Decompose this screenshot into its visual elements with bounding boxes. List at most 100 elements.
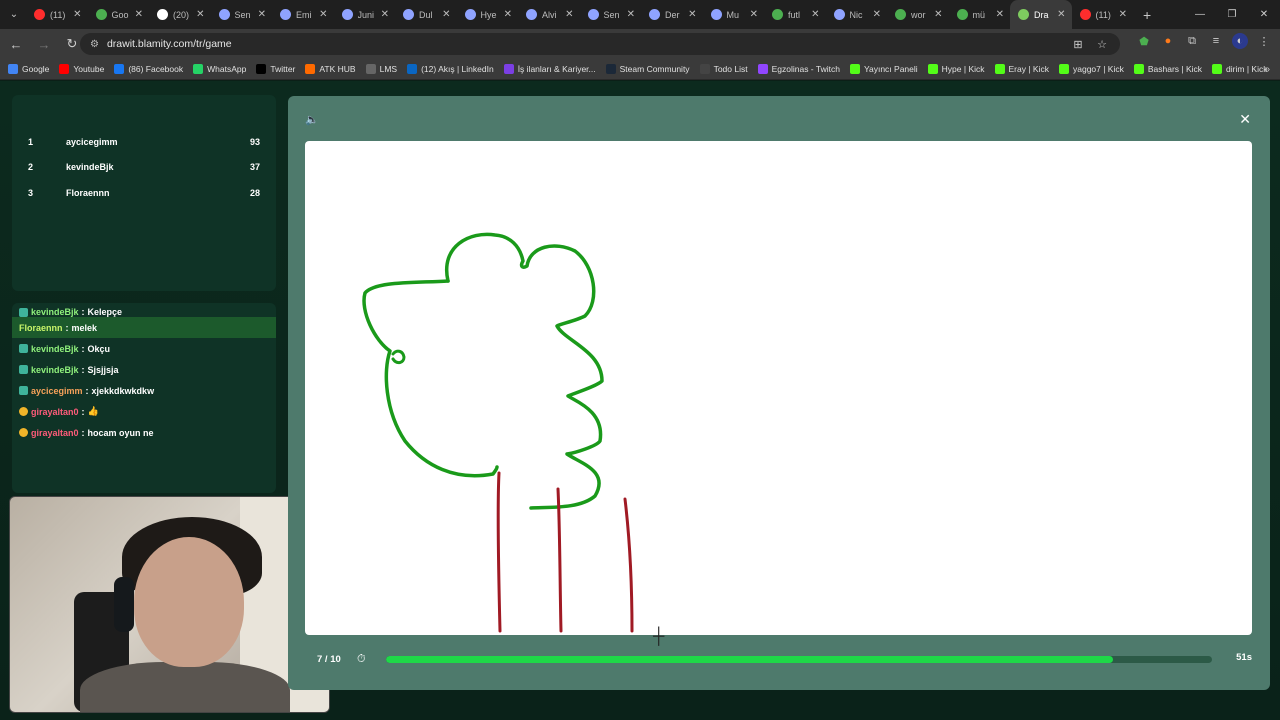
browser-tab[interactable]: Sen ✕ (580, 0, 642, 29)
more-menu-icon[interactable]: ⋮ (1256, 33, 1272, 49)
tree-trunk-stroke (362, 279, 499, 478)
browser-tab[interactable]: wor ✕ (887, 0, 949, 29)
player-points: 28 (249, 187, 260, 198)
tab-close-icon[interactable]: ✕ (1119, 9, 1127, 20)
moderator-badge-icon (19, 428, 28, 437)
tab-close-icon[interactable]: ✕ (73, 9, 81, 20)
bookmark-item[interactable]: Google (8, 64, 49, 74)
tab-close-icon[interactable]: ✕ (258, 9, 266, 20)
bookmark-star-icon[interactable]: ☆ (1094, 36, 1110, 52)
browser-tab[interactable]: Goo ✕ (88, 0, 150, 29)
browser-tab[interactable]: Der ✕ (641, 0, 703, 29)
browser-tab[interactable]: Hye ✕ (457, 0, 519, 29)
bookmark-label: ATK HUB (319, 64, 356, 74)
orange-extension-icon[interactable]: ● (1160, 33, 1176, 49)
bookmark-item[interactable]: Egzolinas - Twitch (757, 64, 840, 74)
shield-extension-icon[interactable]: ⬟ (1136, 33, 1152, 49)
tab-close-icon[interactable]: ✕ (688, 9, 696, 20)
browser-tab[interactable]: Mu ✕ (703, 0, 765, 29)
browser-tab[interactable]: (11) ✕ (1072, 0, 1134, 29)
tree-canopy-stroke (444, 232, 604, 510)
bookmark-item[interactable]: (12) Akış | LinkedIn (407, 64, 494, 74)
player-rank: 1 (28, 136, 34, 147)
browser-tab[interactable]: Alvi ✕ (518, 0, 580, 29)
tab-close-icon[interactable]: ✕ (750, 9, 758, 20)
bookmark-item[interactable]: LMS (365, 64, 397, 74)
chat-username: kevindeBjk (31, 364, 79, 375)
bookmark-item[interactable]: Eray | Kick (994, 64, 1049, 74)
tab-close-icon[interactable]: ✕ (381, 9, 389, 20)
browser-tab[interactable]: (20) ✕ (149, 0, 211, 29)
browser-tab[interactable]: Dra ✕ (1010, 0, 1072, 29)
bookmark-item[interactable]: Hype | Kick (927, 64, 985, 74)
profile-avatar-icon[interactable]: ◐ (1232, 33, 1248, 49)
bookmark-item[interactable]: (86) Facebook (114, 64, 183, 74)
bookmarks-overflow-icon[interactable]: » (1264, 64, 1270, 75)
bookmark-item[interactable]: yaggo7 | Kick (1058, 64, 1124, 74)
bookmark-item[interactable]: Twitter (256, 64, 295, 74)
translate-icon[interactable]: ⊞ (1070, 36, 1086, 52)
tab-close-icon[interactable]: ✕ (811, 9, 819, 20)
tab-close-icon[interactable]: ✕ (996, 9, 1004, 20)
chat-separator: : (81, 427, 85, 438)
bookmark-icon (503, 64, 514, 74)
bookmark-item[interactable]: Yayıncı Paneli (849, 64, 918, 74)
bookmark-item[interactable]: ATK HUB (305, 64, 356, 74)
browser-tab[interactable]: Dul ✕ (395, 0, 457, 29)
scoreboard-panel: 1 aycicegimm 93 2 kevindeBjk 37 3 Floraennn 28 (12, 95, 276, 291)
tab-close-icon[interactable]: ✕ (319, 9, 327, 20)
tab-close-icon[interactable]: ✕ (196, 9, 204, 20)
tab-favicon-icon (1018, 9, 1029, 20)
media-control-icon[interactable]: ≡ (1208, 33, 1224, 49)
bookmark-item[interactable]: Bashars | Kick (1133, 64, 1202, 74)
forward-icon[interactable]: → (32, 32, 56, 56)
bookmark-item[interactable]: Steam Community (605, 64, 690, 74)
tab-favicon-icon (341, 9, 353, 20)
sound-icon[interactable]: 🔈 (305, 113, 319, 126)
bookmark-item[interactable]: Todo List (699, 64, 748, 74)
tab-close-icon[interactable]: ✕ (504, 9, 512, 20)
tab-search-icon[interactable]: ⌄ (2, 3, 26, 27)
bookmark-icon (193, 64, 204, 74)
browser-tab[interactable]: Sen ✕ (211, 0, 273, 29)
tab-close-icon[interactable]: ✕ (934, 9, 942, 20)
back-icon[interactable]: ← (4, 32, 28, 56)
browser-tab[interactable]: Juni ✕ (334, 0, 396, 29)
tab-title: Emi (296, 9, 312, 20)
player-rank: 2 (28, 162, 34, 173)
bookmark-item[interactable]: dirim | Kick (1212, 64, 1267, 74)
round-progress: 7 / 10 ⏱ 51s (317, 644, 1252, 674)
close-window-icon[interactable]: ✕ (1248, 0, 1280, 29)
bookmark-icon (407, 64, 418, 74)
extensions-icon[interactable]: ⧉ (1184, 33, 1200, 49)
tab-title: (11) (50, 9, 66, 20)
new-tab-button[interactable]: + (1143, 7, 1151, 23)
bookmark-item[interactable]: Youtube (59, 64, 104, 74)
bookmark-label: İş ilanları & Kariyer... (517, 64, 596, 74)
chat-text: hocam oyun ne (87, 427, 154, 438)
tab-close-icon[interactable]: ✕ (442, 9, 450, 20)
site-info-icon[interactable]: ⚙ (90, 39, 99, 50)
bookmark-item[interactable]: İş ilanları & Kariyer... (503, 64, 596, 74)
browser-tab[interactable]: (11) ✕ (26, 0, 88, 29)
tab-close-icon[interactable]: ✕ (135, 9, 143, 20)
chat-username: kevindeBjk (31, 343, 79, 354)
address-bar[interactable]: ⚙ drawit.blamity.com/tr/game ⊞ ☆ (80, 33, 1120, 55)
tab-close-icon[interactable]: ✕ (873, 9, 881, 20)
browser-tab[interactable]: Nic ✕ (826, 0, 888, 29)
round-counter: 7 / 10 (317, 653, 341, 665)
tab-close-icon[interactable]: ✕ (565, 9, 573, 20)
tab-title: Dul (419, 9, 433, 20)
close-icon[interactable]: ✕ (1239, 111, 1251, 128)
tab-close-icon[interactable]: ✕ (627, 9, 635, 20)
minimize-icon[interactable]: — (1184, 0, 1216, 29)
tab-close-icon[interactable]: ✕ (1057, 9, 1065, 20)
restore-icon[interactable]: ❐ (1216, 0, 1248, 29)
browser-tab[interactable]: futl ✕ (764, 0, 826, 29)
drawing-canvas[interactable] (305, 141, 1252, 635)
bookmark-icon (59, 64, 70, 74)
browser-tab[interactable]: Emi ✕ (272, 0, 334, 29)
bookmark-item[interactable]: WhatsApp (193, 64, 246, 74)
chat-message: Floraennn: melek (12, 317, 276, 338)
browser-tab[interactable]: mü ✕ (949, 0, 1011, 29)
